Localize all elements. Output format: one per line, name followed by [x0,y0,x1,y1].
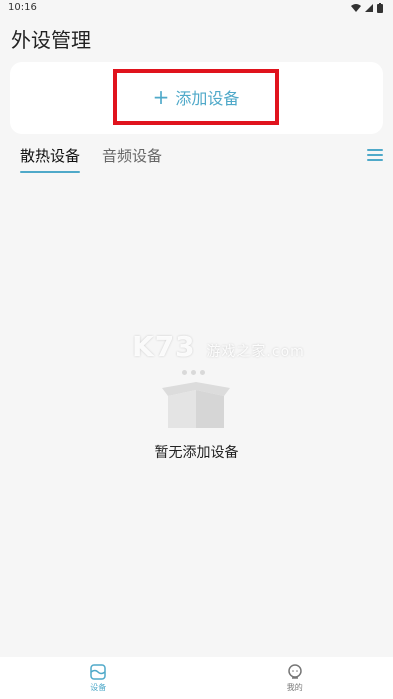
signal-icon [365,4,373,12]
watermark: K73 游戏之家.com [132,330,305,363]
tab-audio-devices[interactable]: 音频设备 [102,145,162,169]
watermark-domain: .com [266,344,305,360]
empty-state-message: 暂无添加设备 [154,445,239,461]
empty-box-icon [162,382,230,428]
device-tabs: 散热设备 音频设备 [20,145,162,173]
tab-cooling-devices[interactable]: 散热设备 [20,145,81,173]
status-time: 10:16 [8,2,37,13]
highlight-box [113,69,279,125]
watermark-brand: K73 [132,330,196,363]
empty-dots [182,370,205,375]
dot [191,370,196,375]
dot [182,370,187,375]
nav-label-profile: 我的 [286,682,303,692]
battery-icon [377,3,383,13]
status-icons [351,3,383,13]
bottom-nav: 设备 我的 [0,657,393,699]
watermark-text: 游戏之家 [206,344,267,360]
page-title: 外设管理 [11,28,91,52]
wifi-icon [351,4,361,12]
nav-item-devices[interactable]: 设备 [0,657,197,699]
nav-label-devices: 设备 [90,682,107,692]
dot [200,370,205,375]
device-icon [90,663,106,680]
status-bar: 10:16 [0,0,393,18]
nav-item-profile[interactable]: 我的 [197,657,393,699]
profile-icon [288,663,302,679]
menu-icon[interactable] [367,148,383,162]
